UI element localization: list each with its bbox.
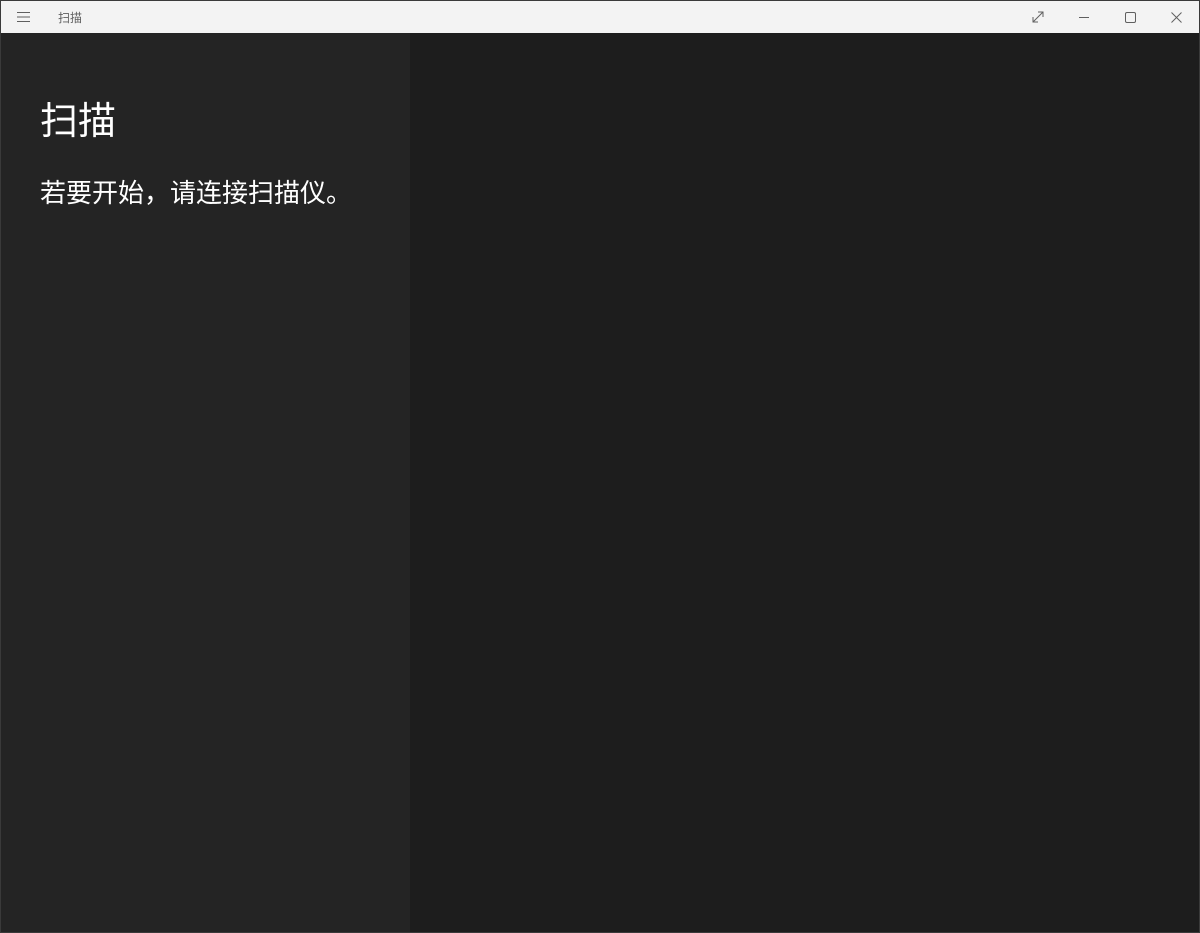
maximize-icon: [1124, 11, 1136, 23]
window-title: 扫描: [58, 10, 83, 25]
minimize-button[interactable]: [1061, 1, 1107, 33]
caption-buttons: [1015, 1, 1199, 33]
maximize-button[interactable]: [1107, 1, 1153, 33]
compact-overlay-button[interactable]: [1015, 1, 1061, 33]
title-bar: 扫描: [1, 1, 1199, 33]
hamburger-menu-icon[interactable]: [1, 1, 47, 33]
minimize-icon: [1079, 12, 1089, 22]
app-window: 扫描 扫描 若要开始，请连接扫描仪。: [0, 0, 1200, 933]
close-icon: [1170, 11, 1182, 23]
connect-scanner-message: 若要开始，请连接扫描仪。: [40, 179, 353, 209]
preview-pane: [410, 33, 1199, 932]
close-button[interactable]: [1153, 1, 1199, 33]
page-title: 扫描: [40, 99, 117, 143]
settings-pane: 扫描 若要开始，请连接扫描仪。: [1, 33, 410, 932]
compact-overlay-icon: [1032, 11, 1044, 23]
